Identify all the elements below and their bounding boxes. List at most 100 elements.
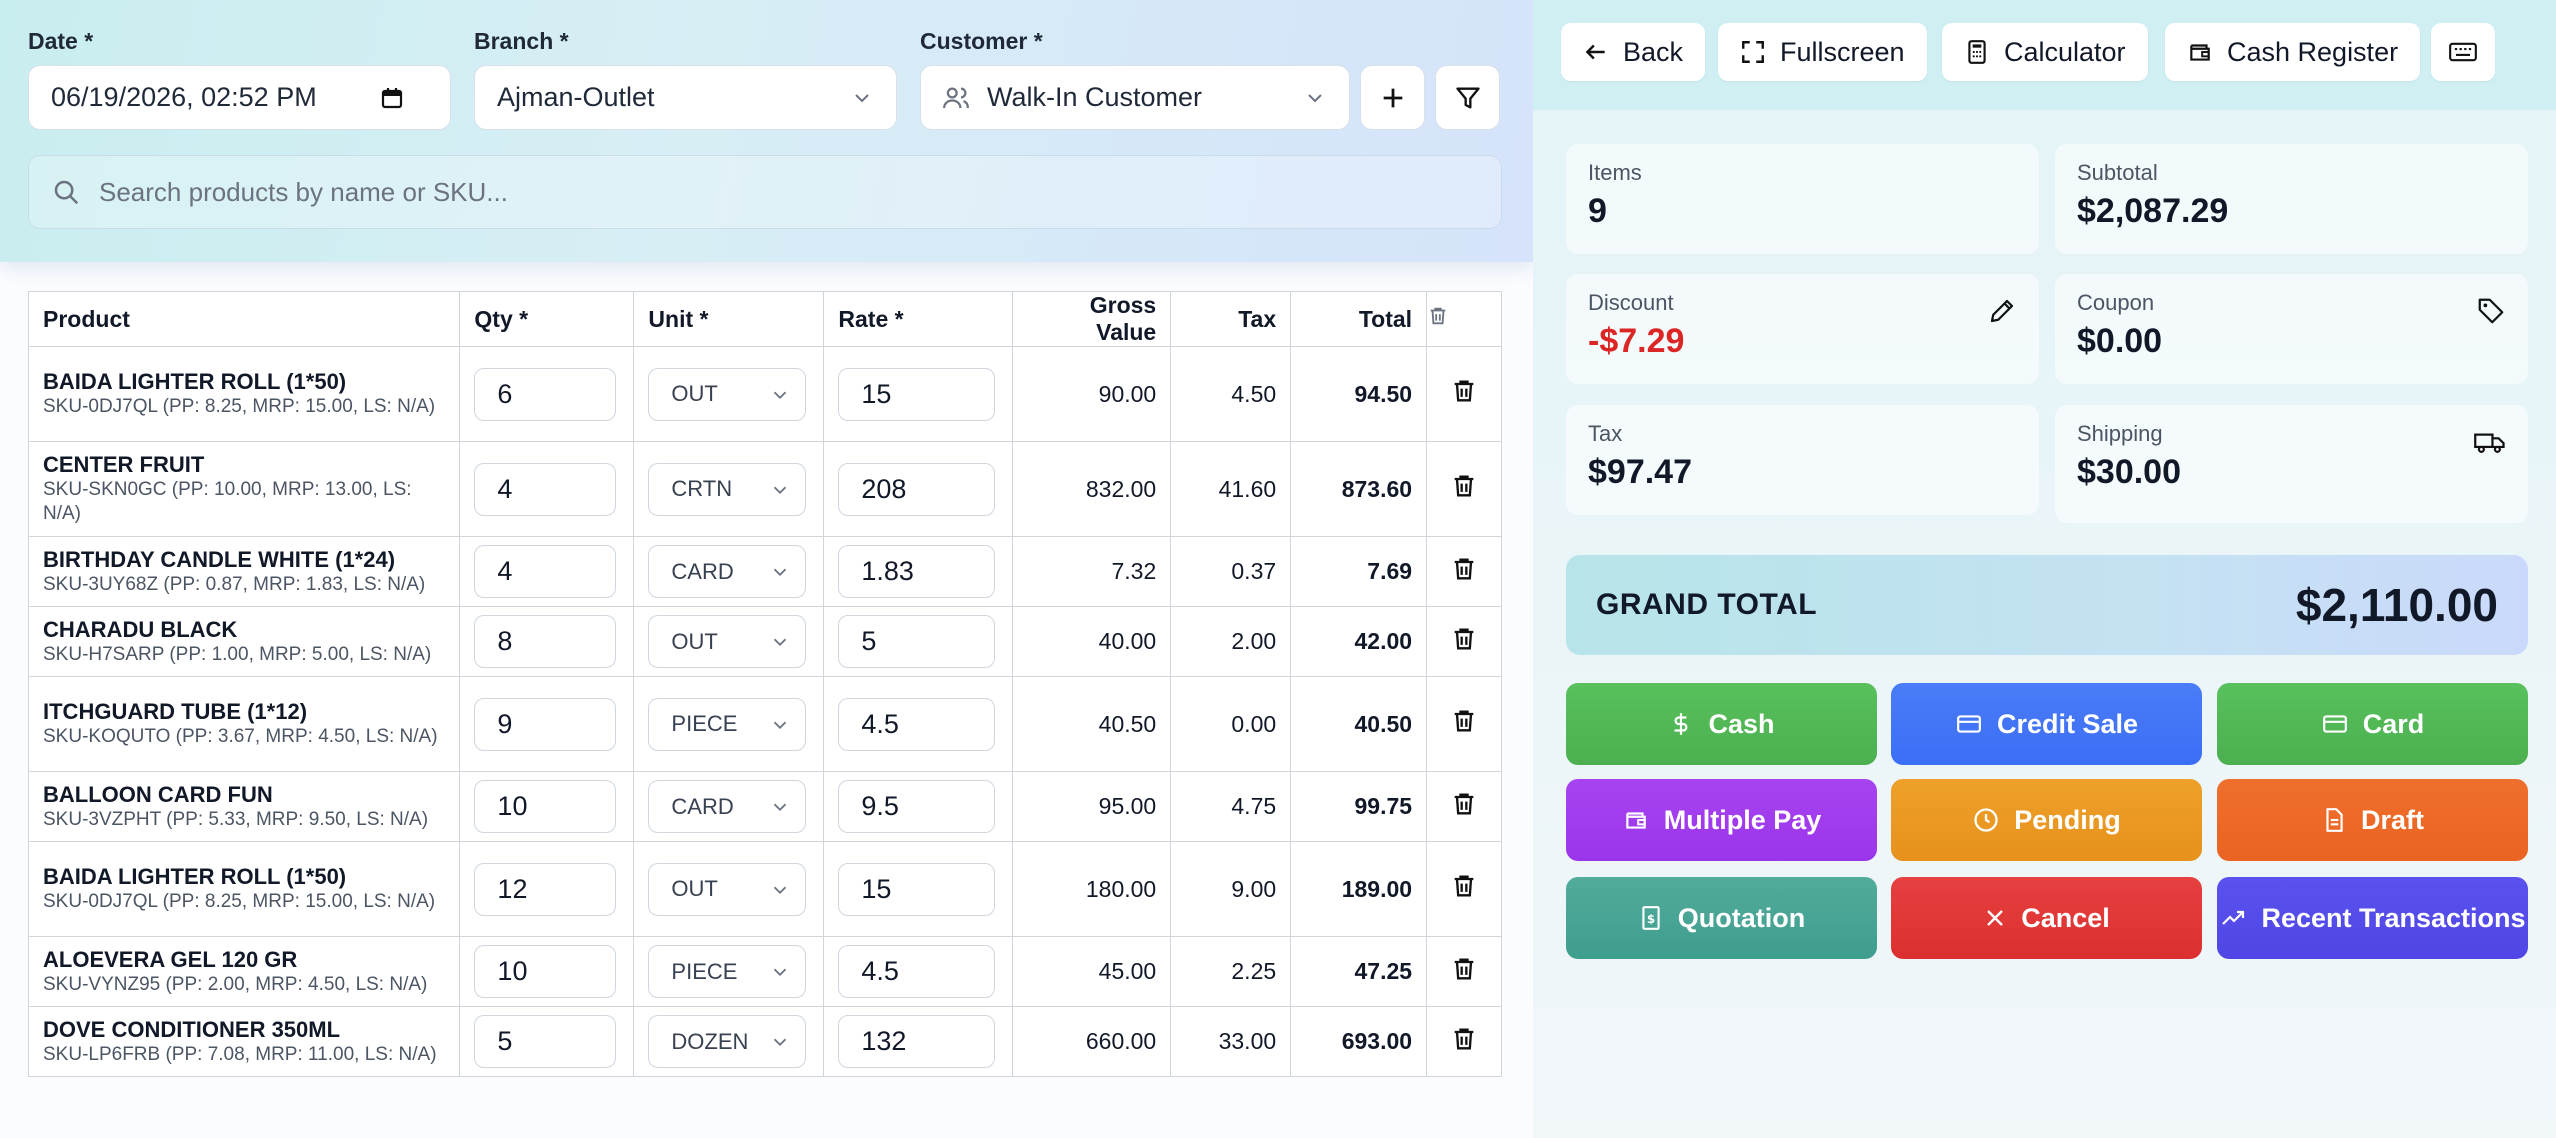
product-cell: BAIDA LIGHTER ROLL (1*50) SKU-0DJ7QL (PP:… — [27, 346, 461, 442]
qty-input[interactable]: 10 — [474, 780, 617, 833]
truck-icon[interactable] — [2474, 427, 2506, 457]
shipping-card[interactable]: Shipping $30.00 — [2055, 405, 2528, 523]
qty-input[interactable]: 6 — [474, 367, 617, 421]
pending-button[interactable]: Pending — [1891, 779, 2202, 861]
recent-transactions-button[interactable]: Recent Transactions — [2217, 877, 2528, 959]
unit-select[interactable]: OUT — [648, 367, 807, 421]
pencil-icon[interactable] — [1987, 296, 2017, 326]
date-input[interactable]: 06/19/2026, 02:52 PM — [28, 65, 451, 130]
fullscreen-label: Fullscreen — [1780, 36, 1905, 67]
credit-card-icon — [1957, 715, 1981, 733]
customer-select[interactable]: Walk-In Customer — [920, 65, 1350, 130]
table-row: BIRTHDAY CANDLE WHITE (1*24) SKU-3UY68Z (… — [27, 536, 1502, 607]
qty-input[interactable]: 4 — [474, 462, 617, 516]
quotation-button[interactable]: $ Quotation — [1566, 877, 1877, 959]
rate-input[interactable]: 4.5 — [838, 945, 996, 998]
total-value: 94.50 — [1290, 346, 1428, 442]
unit-select[interactable]: PIECE — [648, 945, 807, 998]
qty-cell: 9 — [459, 676, 635, 772]
qty-input[interactable]: 9 — [474, 697, 617, 751]
unit-select[interactable]: CARD — [648, 545, 807, 598]
rate-input[interactable]: 5 — [838, 615, 996, 668]
multiple-pay-button[interactable]: Multiple Pay — [1566, 779, 1877, 861]
unit-select[interactable]: OUT — [648, 615, 807, 668]
cash-register-button[interactable]: Cash Register — [2165, 23, 2421, 81]
rate-cell: 9.5 — [823, 771, 1014, 842]
trending-up-icon — [2222, 910, 2245, 925]
grand-total: GRAND TOTAL $2,110.00 — [1566, 555, 2528, 655]
cash-button[interactable]: Cash — [1566, 683, 1877, 765]
clear-all-button[interactable] — [1426, 291, 1502, 347]
filter-button[interactable] — [1435, 65, 1500, 130]
card-label: Card — [2362, 708, 2425, 739]
tax-value: 9.00 — [1170, 841, 1292, 937]
unit-select[interactable]: DOZEN — [648, 1015, 807, 1068]
card-button[interactable]: Card — [2217, 683, 2528, 765]
delete-row-button[interactable] — [1426, 936, 1502, 1007]
qty-input[interactable]: 4 — [474, 545, 617, 598]
unit-select[interactable]: CARD — [648, 780, 807, 833]
gross-value: 95.00 — [1012, 771, 1172, 842]
credit-sale-button[interactable]: Credit Sale — [1891, 683, 2202, 765]
pending-label: Pending — [2014, 804, 2121, 835]
product-name: CHARADU BLACK — [43, 616, 238, 642]
unit-cell: PIECE — [633, 936, 825, 1007]
qty-input[interactable]: 5 — [474, 1015, 617, 1068]
delete-row-button[interactable] — [1426, 441, 1502, 537]
delete-row-button[interactable] — [1426, 676, 1502, 772]
calculator-button[interactable]: Calculator — [1942, 23, 2148, 81]
product-cell: DOVE CONDITIONER 350ML SKU-LP6FRB (PP: 7.… — [27, 1006, 461, 1077]
rate-input[interactable]: 208 — [838, 462, 996, 516]
rate-input[interactable]: 15 — [838, 862, 996, 916]
product-cell: ALOEVERA GEL 120 GR SKU-VYNZ95 (PP: 2.00,… — [27, 936, 461, 1007]
delete-row-button[interactable] — [1426, 536, 1502, 607]
unit-value: CARD — [671, 793, 734, 819]
product-name: CENTER FRUIT — [43, 452, 205, 477]
keyboard-icon — [2449, 42, 2477, 62]
back-label: Back — [1623, 36, 1684, 67]
qty-input[interactable]: 8 — [474, 615, 617, 668]
rate-input[interactable]: 15 — [838, 367, 996, 421]
rate-input[interactable]: 1.83 — [838, 545, 996, 598]
product-sku: SKU-0DJ7QL (PP: 8.25, MRP: 15.00, LS: N/… — [43, 891, 436, 912]
delete-row-button[interactable] — [1426, 771, 1502, 842]
tax-value: 33.00 — [1170, 1006, 1292, 1077]
table-row: BALLOON CARD FUN SKU-3VZPHT (PP: 5.33, MR… — [27, 771, 1502, 842]
keyboard-shortcuts-button[interactable] — [2431, 23, 2495, 81]
fullscreen-button[interactable]: Fullscreen — [1718, 23, 1927, 81]
unit-select[interactable]: CRTN — [648, 462, 807, 516]
delete-row-button[interactable] — [1426, 841, 1502, 937]
trash-icon — [1454, 710, 1474, 732]
branch-select[interactable]: Ajman-Outlet — [474, 65, 897, 130]
table-row: BAIDA LIGHTER ROLL (1*50) SKU-0DJ7QL (PP:… — [27, 346, 1502, 442]
chevron-down-icon — [774, 886, 787, 894]
product-search[interactable] — [28, 155, 1502, 229]
delete-row-button[interactable] — [1426, 346, 1502, 442]
rate-input[interactable]: 4.5 — [838, 697, 996, 751]
back-button[interactable]: Back — [1561, 23, 1706, 81]
unit-value: PIECE — [671, 711, 738, 736]
draft-button[interactable]: Draft — [2217, 779, 2528, 861]
recent-transactions-label: Recent Transactions — [2261, 902, 2526, 933]
cancel-button[interactable]: Cancel — [1891, 877, 2202, 959]
discount-card[interactable]: Discount -$7.29 — [1566, 274, 2039, 384]
rate-input[interactable]: 132 — [838, 1015, 996, 1068]
rate-input[interactable]: 9.5 — [838, 780, 996, 833]
unit-select[interactable]: PIECE — [648, 697, 807, 751]
subtotal-value: $2,087.29 — [2077, 192, 2229, 230]
qty-input[interactable]: 10 — [474, 945, 617, 998]
tag-icon[interactable] — [2476, 296, 2506, 326]
delete-row-button[interactable] — [1426, 606, 1502, 677]
qty-input[interactable]: 12 — [474, 862, 617, 916]
search-input[interactable] — [99, 176, 1479, 208]
unit-select[interactable]: OUT — [648, 862, 807, 916]
unit-cell: OUT — [633, 841, 825, 937]
add-customer-button[interactable] — [1360, 65, 1425, 130]
chevron-down-icon — [774, 803, 787, 812]
credit-card-icon — [2322, 715, 2347, 733]
coupon-card[interactable]: Coupon $0.00 — [2055, 274, 2528, 384]
checkout-panel: Back Fullscreen Calculator Cash Register… — [1533, 0, 2556, 1138]
product-sku: SKU-KOQUTO (PP: 3.67, MRP: 4.50, LS: N/A… — [43, 726, 438, 747]
calendar-icon[interactable] — [380, 86, 404, 110]
delete-row-button[interactable] — [1426, 1006, 1502, 1077]
